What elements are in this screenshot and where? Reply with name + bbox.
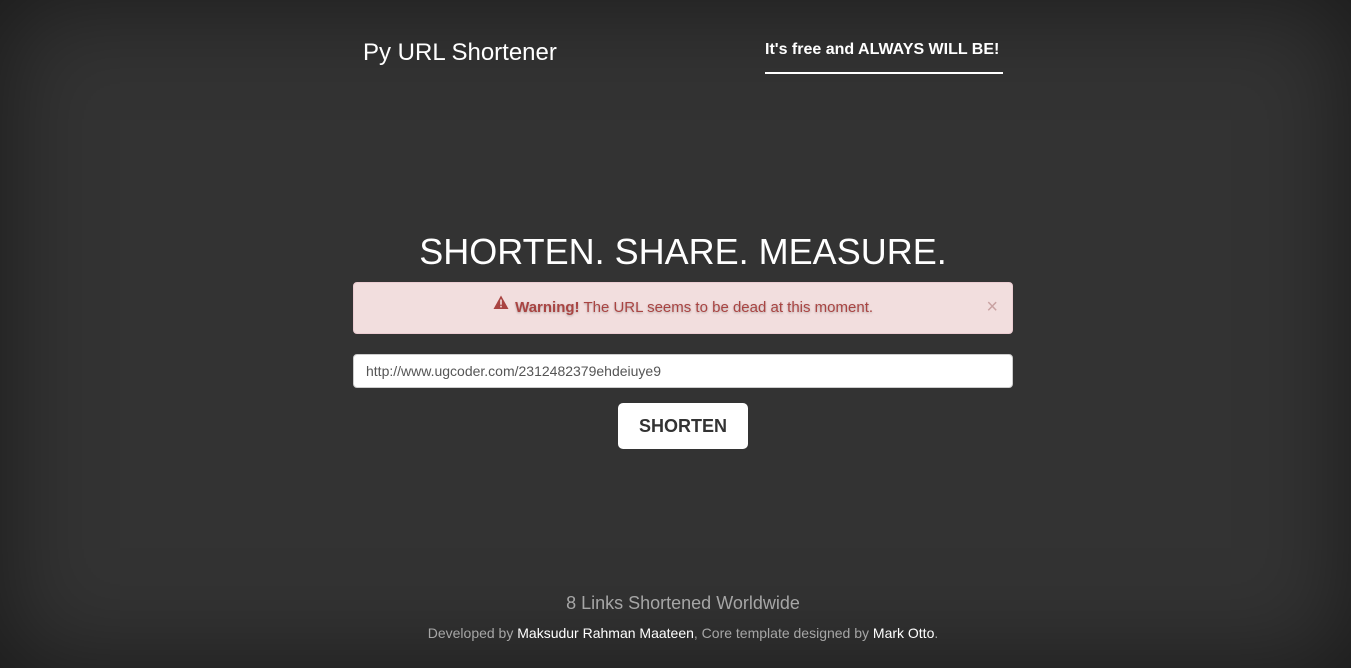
brand-title: Py URL Shortener (363, 39, 557, 66)
close-icon[interactable]: × (986, 283, 998, 331)
links-count-stats: 8 Links Shortened Worldwide (566, 593, 800, 613)
shorten-button[interactable]: SHORTEN (618, 403, 748, 449)
footer-credits: Developed by Maksudur Rahman Maateen, Co… (353, 624, 1013, 642)
author-link[interactable]: Maksudur Rahman Maateen (517, 625, 694, 641)
alert-message: The URL seems to be dead at this moment. (583, 299, 874, 316)
credits-middle: , Core template designed by (693, 625, 873, 641)
designer-link[interactable]: Mark Otto (873, 625, 934, 641)
page: Py URL Shortener It's free and ALWAYS WI… (0, 0, 1351, 668)
alert-strong-label: Warning! (515, 299, 580, 316)
credits-suffix: . (934, 625, 939, 641)
url-input[interactable] (353, 354, 1013, 388)
credits-prefix: Developed by (427, 625, 518, 641)
warning-triangle-icon (493, 281, 509, 331)
nav-link-free[interactable]: It's free and ALWAYS WILL BE! (765, 40, 1003, 74)
page-headline: SHORTEN. SHARE. MEASURE. (419, 231, 947, 272)
warning-alert: Warning! The URL seems to be dead at thi… (353, 282, 1013, 334)
